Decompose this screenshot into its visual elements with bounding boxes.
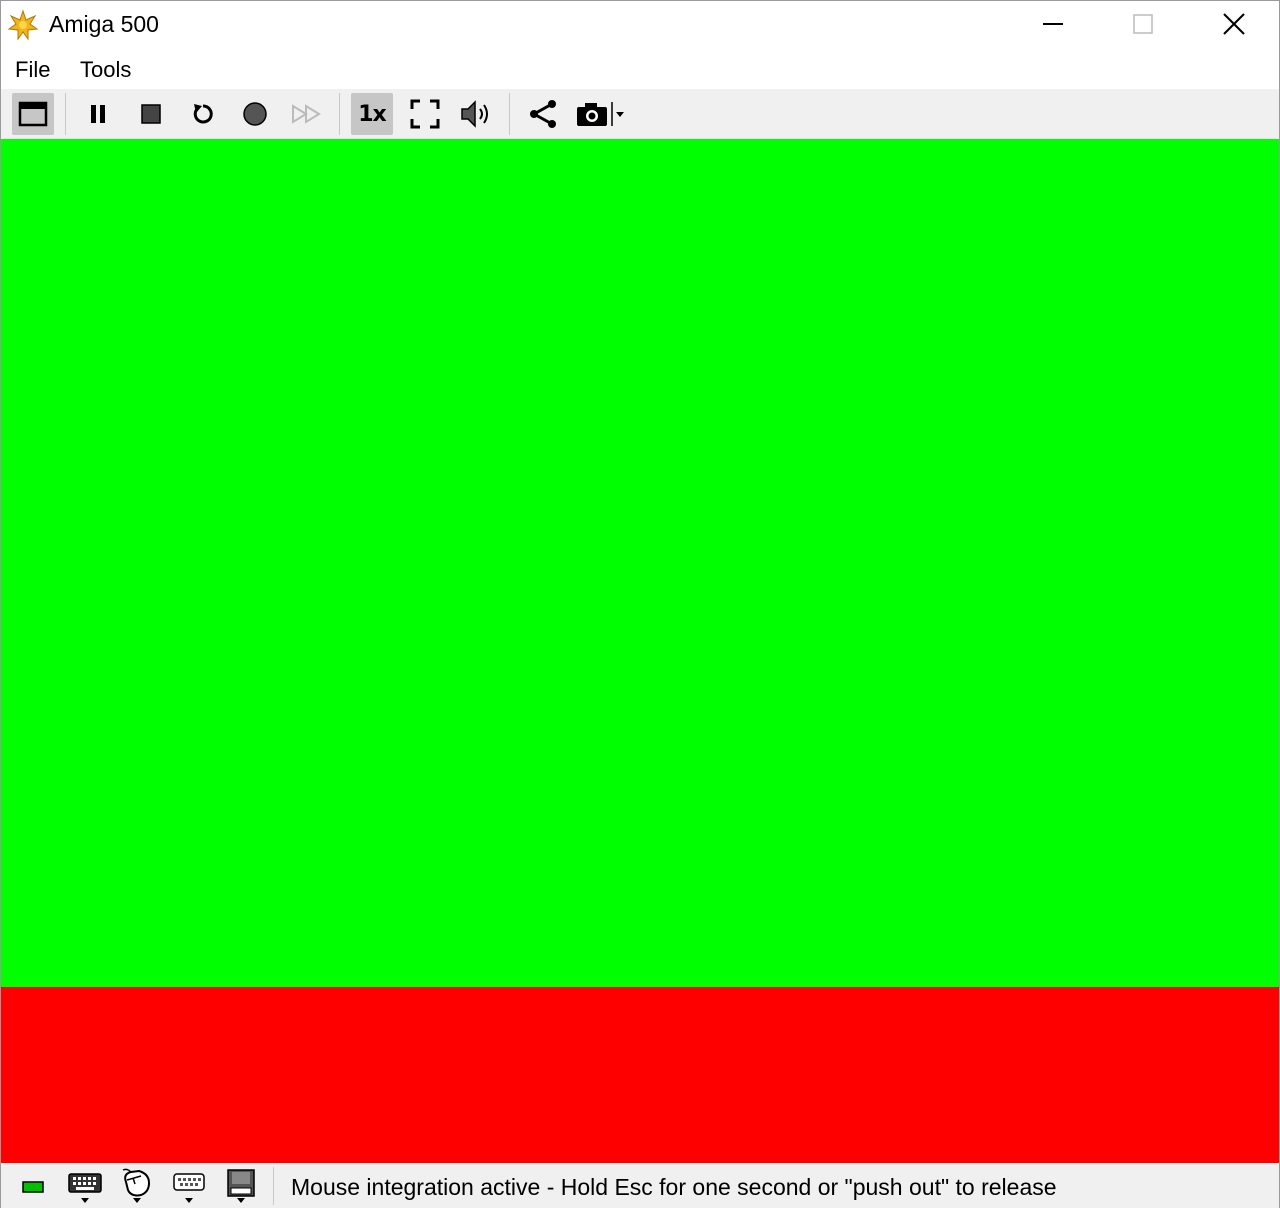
record-button[interactable] xyxy=(234,93,276,135)
close-button[interactable] xyxy=(1189,1,1279,47)
share-icon xyxy=(530,100,556,128)
volume-icon xyxy=(461,100,488,128)
screenshot-icon xyxy=(577,102,624,126)
reset-icon xyxy=(193,104,213,124)
menu-file[interactable]: File xyxy=(13,57,52,83)
reset-button[interactable] xyxy=(182,93,224,135)
status-bar: Mouse integration active - Hold Esc for … xyxy=(1,1163,1279,1208)
power-led-button[interactable] xyxy=(11,1167,55,1207)
speed-1x-button[interactable]: 1x xyxy=(351,93,393,135)
mouse-button[interactable] xyxy=(115,1167,159,1207)
window-title: Amiga 500 xyxy=(49,11,159,37)
amiga-star-icon xyxy=(7,9,39,41)
fast-forward-button[interactable] xyxy=(286,93,328,135)
emulator-window: Amiga 500 File Tools 1x Mouse integratio… xyxy=(0,0,1280,1208)
toolbar-separator xyxy=(339,93,340,135)
toolbar: 1x xyxy=(1,89,1279,139)
window-mode-icon xyxy=(18,101,48,127)
power-led-icon xyxy=(22,1181,44,1193)
floppy-drive-button[interactable] xyxy=(219,1167,263,1207)
close-icon xyxy=(1223,13,1245,35)
stop-icon xyxy=(141,104,161,124)
pause-icon xyxy=(91,105,105,123)
stop-button[interactable] xyxy=(130,93,172,135)
display-green-area xyxy=(1,139,1279,987)
record-icon xyxy=(243,102,267,126)
statusbar-separator xyxy=(273,1167,274,1205)
maximize-button[interactable] xyxy=(1098,1,1188,47)
gamepad-button[interactable] xyxy=(167,1167,211,1207)
share-button[interactable] xyxy=(522,93,564,135)
menu-tools[interactable]: Tools xyxy=(78,57,133,83)
title-bar[interactable]: Amiga 500 xyxy=(1,1,1279,47)
fast-forward-icon xyxy=(292,104,321,124)
toolbar-separator xyxy=(65,93,66,135)
screenshot-button[interactable] xyxy=(574,93,630,135)
menu-bar: File Tools xyxy=(1,51,1279,87)
keyboard-button[interactable] xyxy=(63,1167,107,1207)
mouse-icon xyxy=(122,1168,151,1203)
fullscreen-icon xyxy=(410,99,440,129)
pause-button[interactable] xyxy=(77,93,119,135)
minimize-button[interactable] xyxy=(1008,1,1098,47)
emulator-display[interactable] xyxy=(1,139,1279,1163)
maximize-icon xyxy=(1133,14,1153,34)
toolbar-separator xyxy=(509,93,510,135)
status-message: Mouse integration active - Hold Esc for … xyxy=(291,1174,1057,1200)
display-red-area xyxy=(1,987,1279,1163)
keyboard-icon xyxy=(68,1173,102,1203)
minimize-icon xyxy=(1043,23,1063,25)
window-mode-button[interactable] xyxy=(12,93,54,135)
speed-1x-icon: 1x xyxy=(358,101,386,127)
fullscreen-button[interactable] xyxy=(404,93,446,135)
volume-button[interactable] xyxy=(456,93,498,135)
gamepad-icon xyxy=(173,1173,205,1203)
floppy-drive-icon xyxy=(227,1169,255,1203)
